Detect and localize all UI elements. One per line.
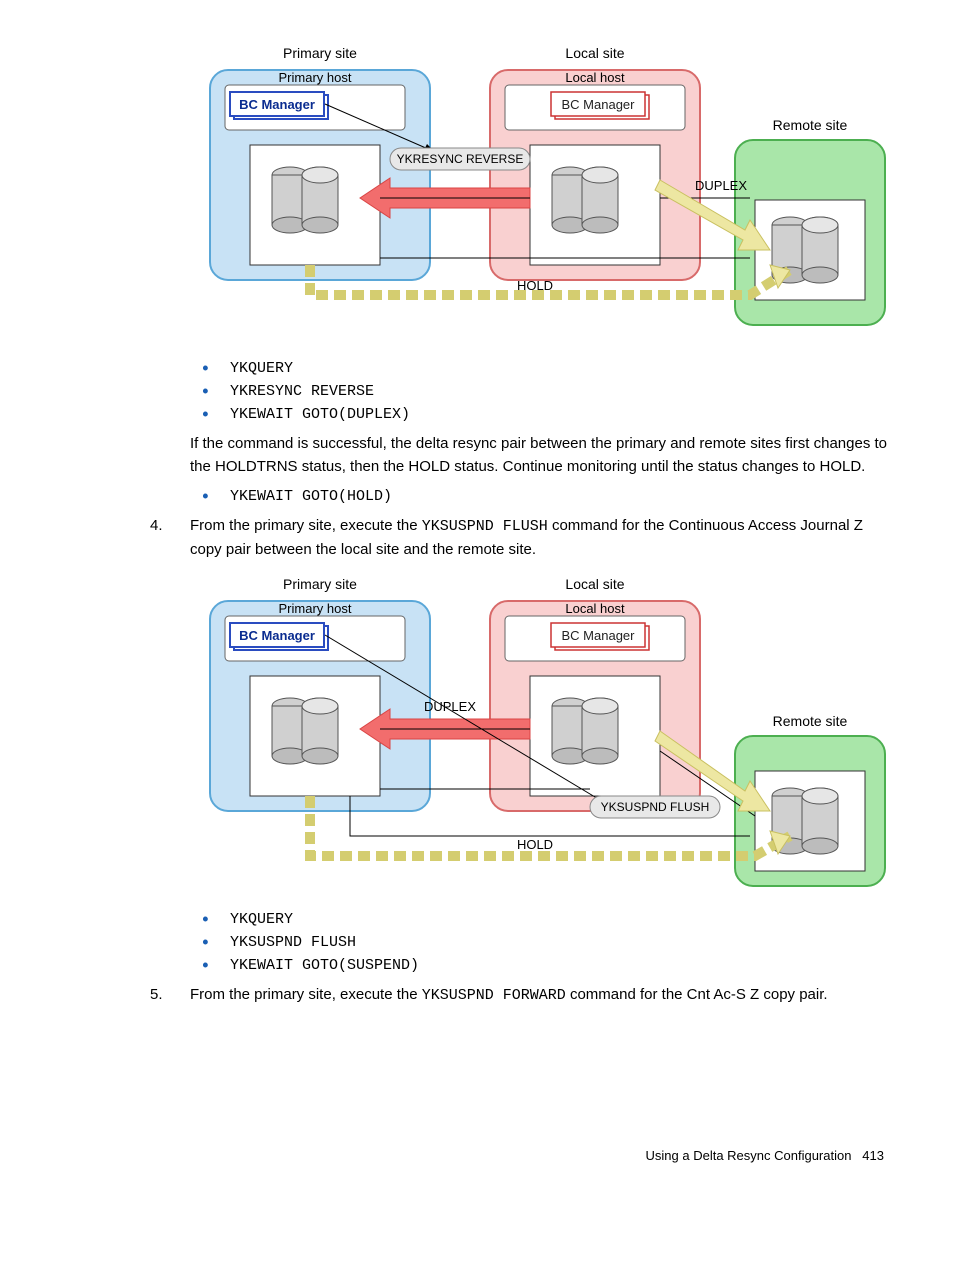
command-list-2: YKEWAIT GOTO(HOLD) xyxy=(190,488,894,505)
bc-manager-primary: BC Manager xyxy=(239,97,315,112)
local-host-label: Local host xyxy=(565,601,625,616)
step-number: 5. xyxy=(150,984,163,1007)
command-item: YKRESYNC REVERSE xyxy=(190,383,894,400)
step-list: 4. From the primary site, execute the YK… xyxy=(150,515,894,561)
step-4-pre: From the primary site, execute the xyxy=(190,517,422,534)
footer-page: 413 xyxy=(862,1148,884,1163)
command-item: YKQUERY xyxy=(190,360,894,377)
step-5-pre: From the primary site, execute the xyxy=(190,986,422,1003)
local-site-label: Local site xyxy=(565,576,624,592)
bc-manager-primary: BC Manager xyxy=(239,628,315,643)
page-footer: Using a Delta Resync Configuration 413 xyxy=(60,1148,894,1163)
command-list-1: YKQUERY YKRESYNC REVERSE YKEWAIT GOTO(DU… xyxy=(190,360,894,423)
yksuspnd-flush-label: YKSUSPND FLUSH xyxy=(601,800,710,814)
primary-site-label: Primary site xyxy=(283,45,357,61)
duplex-label: DUPLEX xyxy=(424,699,476,714)
hold-label: HOLD xyxy=(517,278,553,293)
local-host-label: Local host xyxy=(565,70,625,85)
ykresync-reverse-label: YKRESYNC REVERSE xyxy=(397,152,524,166)
primary-site-label: Primary site xyxy=(283,576,357,592)
hold-label: HOLD xyxy=(517,837,553,852)
remote-site-label: Remote site xyxy=(773,713,848,729)
footer-text: Using a Delta Resync Configuration xyxy=(646,1148,852,1163)
bc-manager-local: BC Manager xyxy=(562,628,636,643)
duplex-label: DUPLEX xyxy=(695,178,747,193)
bc-manager-local: BC Manager xyxy=(562,97,636,112)
command-item: YKEWAIT GOTO(SUSPEND) xyxy=(190,957,894,974)
step-number: 4. xyxy=(150,515,163,538)
paragraph-holdtrns: If the command is successful, the delta … xyxy=(190,433,894,478)
command-item: YKSUSPND FLUSH xyxy=(190,934,894,951)
local-site-label: Local site xyxy=(565,45,624,61)
command-item: YKEWAIT GOTO(HOLD) xyxy=(190,488,894,505)
step-4-cmd: YKSUSPND FLUSH xyxy=(422,518,548,535)
primary-host-label: Primary host xyxy=(279,601,352,616)
step-4: 4. From the primary site, execute the YK… xyxy=(150,515,894,561)
primary-host-label: Primary host xyxy=(279,70,352,85)
step-list-2: 5. From the primary site, execute the YK… xyxy=(150,984,894,1008)
command-item: YKEWAIT GOTO(DUPLEX) xyxy=(190,406,894,423)
step-5-cmd: YKSUSPND FORWARD xyxy=(422,987,566,1004)
command-item: YKQUERY xyxy=(190,911,894,928)
diagram-ykresync-reverse: Primary site Primary host BC Manager Loc… xyxy=(190,40,894,340)
command-list-3: YKQUERY YKSUSPND FLUSH YKEWAIT GOTO(SUSP… xyxy=(190,911,894,974)
step-5: 5. From the primary site, execute the YK… xyxy=(150,984,894,1008)
diagram-yksuspnd-flush: Primary site Primary host BC Manager Loc… xyxy=(190,571,894,891)
step-5-post: command for the Cnt Ac-S Z copy pair. xyxy=(566,986,828,1003)
remote-site-label: Remote site xyxy=(773,117,848,133)
